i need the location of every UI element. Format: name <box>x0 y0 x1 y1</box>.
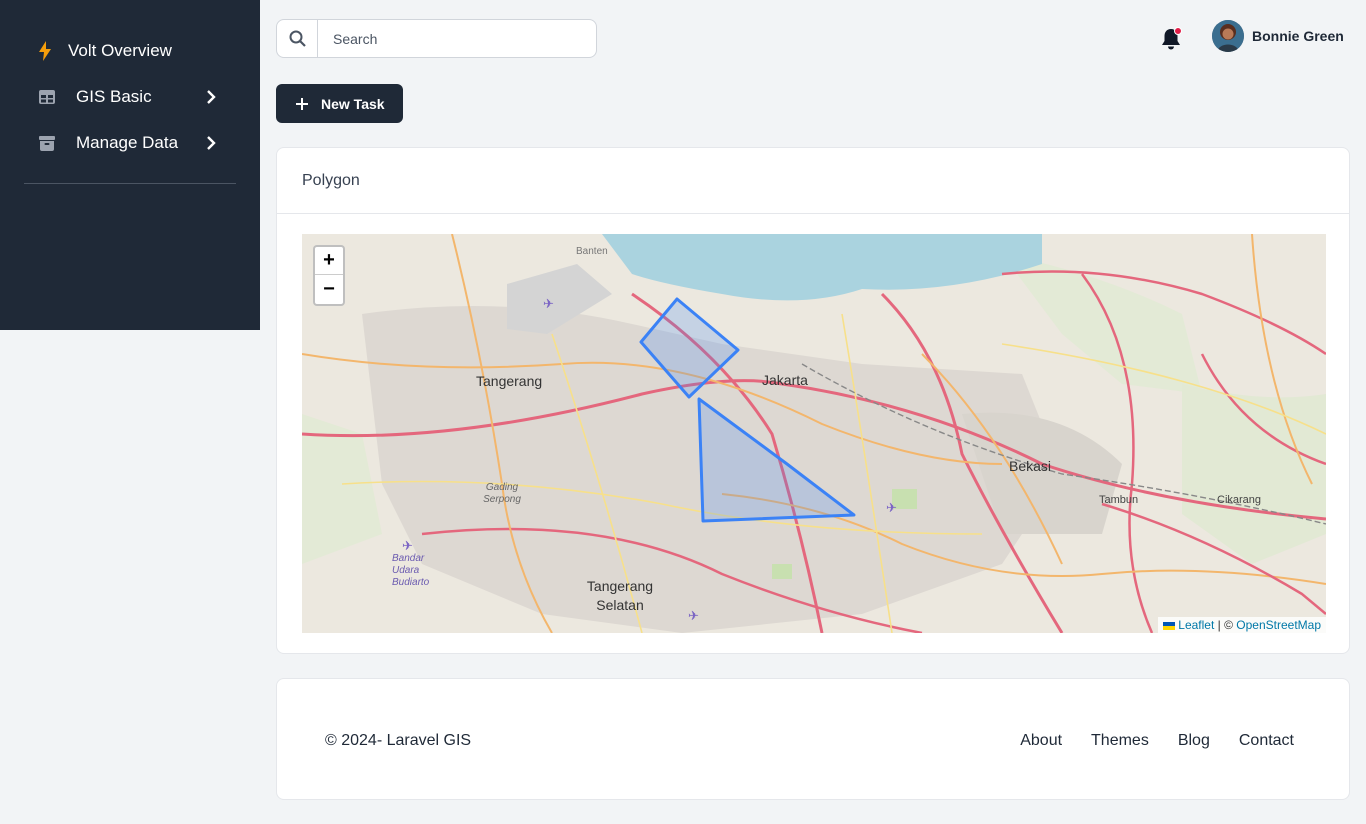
attribution-separator: | © <box>1214 618 1237 632</box>
map[interactable]: ✈ ✈ ✈ ✈ Banten Tangerang Jakarta Bekasi … <box>302 234 1326 633</box>
archive-icon <box>38 134 56 152</box>
ukraine-flag-icon <box>1163 621 1176 630</box>
search-icon <box>277 20 318 57</box>
map-label: Jakarta <box>762 372 808 388</box>
sidebar-item-label: GIS Basic <box>76 87 152 106</box>
zoom-in-button[interactable]: + <box>315 247 343 275</box>
sidebar-brand[interactable]: Volt Overview <box>0 28 260 74</box>
zoom-control: + − <box>313 245 345 306</box>
svg-text:✈: ✈ <box>688 609 699 624</box>
new-task-button[interactable]: New Task <box>276 84 403 123</box>
openstreetmap-link[interactable]: OpenStreetMap <box>1236 618 1321 632</box>
sidebar-item-gis-basic[interactable]: GIS Basic <box>0 74 260 120</box>
svg-text:✈: ✈ <box>543 297 554 312</box>
footer-link-contact[interactable]: Contact <box>1239 732 1294 750</box>
sidebar-item-label: Manage Data <box>76 133 179 152</box>
card-title: Polygon <box>277 148 1349 214</box>
chevron-right-icon <box>207 136 216 150</box>
map-label: Gading Serpong <box>483 482 521 505</box>
avatar[interactable] <box>1212 20 1244 52</box>
map-attribution: Leaflet | © OpenStreetMap <box>1158 617 1326 633</box>
search-input[interactable] <box>318 20 596 57</box>
map-label: Tambun <box>1099 494 1139 506</box>
map-label: Cikarang <box>1217 494 1262 506</box>
copyright: © 2024- Laravel GIS <box>325 732 472 749</box>
svg-text:✈: ✈ <box>402 539 413 554</box>
map-label: Bekasi <box>1009 458 1052 474</box>
plus-icon <box>296 97 308 110</box>
sidebar-item-manage-data[interactable]: Manage Data <box>0 120 260 166</box>
notification-dot <box>1174 27 1182 35</box>
svg-text:✈: ✈ <box>886 501 897 516</box>
footer-link-blog[interactable]: Blog <box>1178 732 1210 750</box>
map-label: Banten <box>576 246 608 257</box>
new-task-label: New Task <box>321 95 385 112</box>
chevron-right-icon <box>207 90 216 104</box>
notification-button[interactable] <box>1160 27 1182 51</box>
map-tiles: ✈ ✈ ✈ ✈ <box>302 234 1326 633</box>
polygon-card: Polygon ✈ ✈ ✈ ✈ Banten Tangerang Jakarta… <box>276 147 1350 654</box>
search-bar <box>276 19 597 58</box>
sidebar-divider <box>24 183 236 184</box>
footer-link-about[interactable]: About <box>1020 732 1062 750</box>
footer: © 2024- Laravel GIS About Themes Blog Co… <box>276 678 1350 800</box>
map-label: Tangerang Selatan <box>586 578 654 613</box>
sidebar-brand-label: Volt Overview <box>68 41 172 60</box>
zoom-out-button[interactable]: − <box>315 275 343 303</box>
table-icon <box>38 88 56 106</box>
sidebar: Volt Overview GIS Basic Manage Data <box>0 0 260 330</box>
map-label: Tangerang <box>476 373 543 389</box>
footer-link-themes[interactable]: Themes <box>1091 732 1149 750</box>
leaflet-link[interactable]: Leaflet <box>1178 618 1214 632</box>
footer-links: About Themes Blog Contact <box>1020 732 1294 750</box>
lightning-icon <box>36 41 54 61</box>
map-label: Bandar Udara Budiarto <box>392 553 430 588</box>
user-name[interactable]: Bonnie Green <box>1252 28 1344 44</box>
